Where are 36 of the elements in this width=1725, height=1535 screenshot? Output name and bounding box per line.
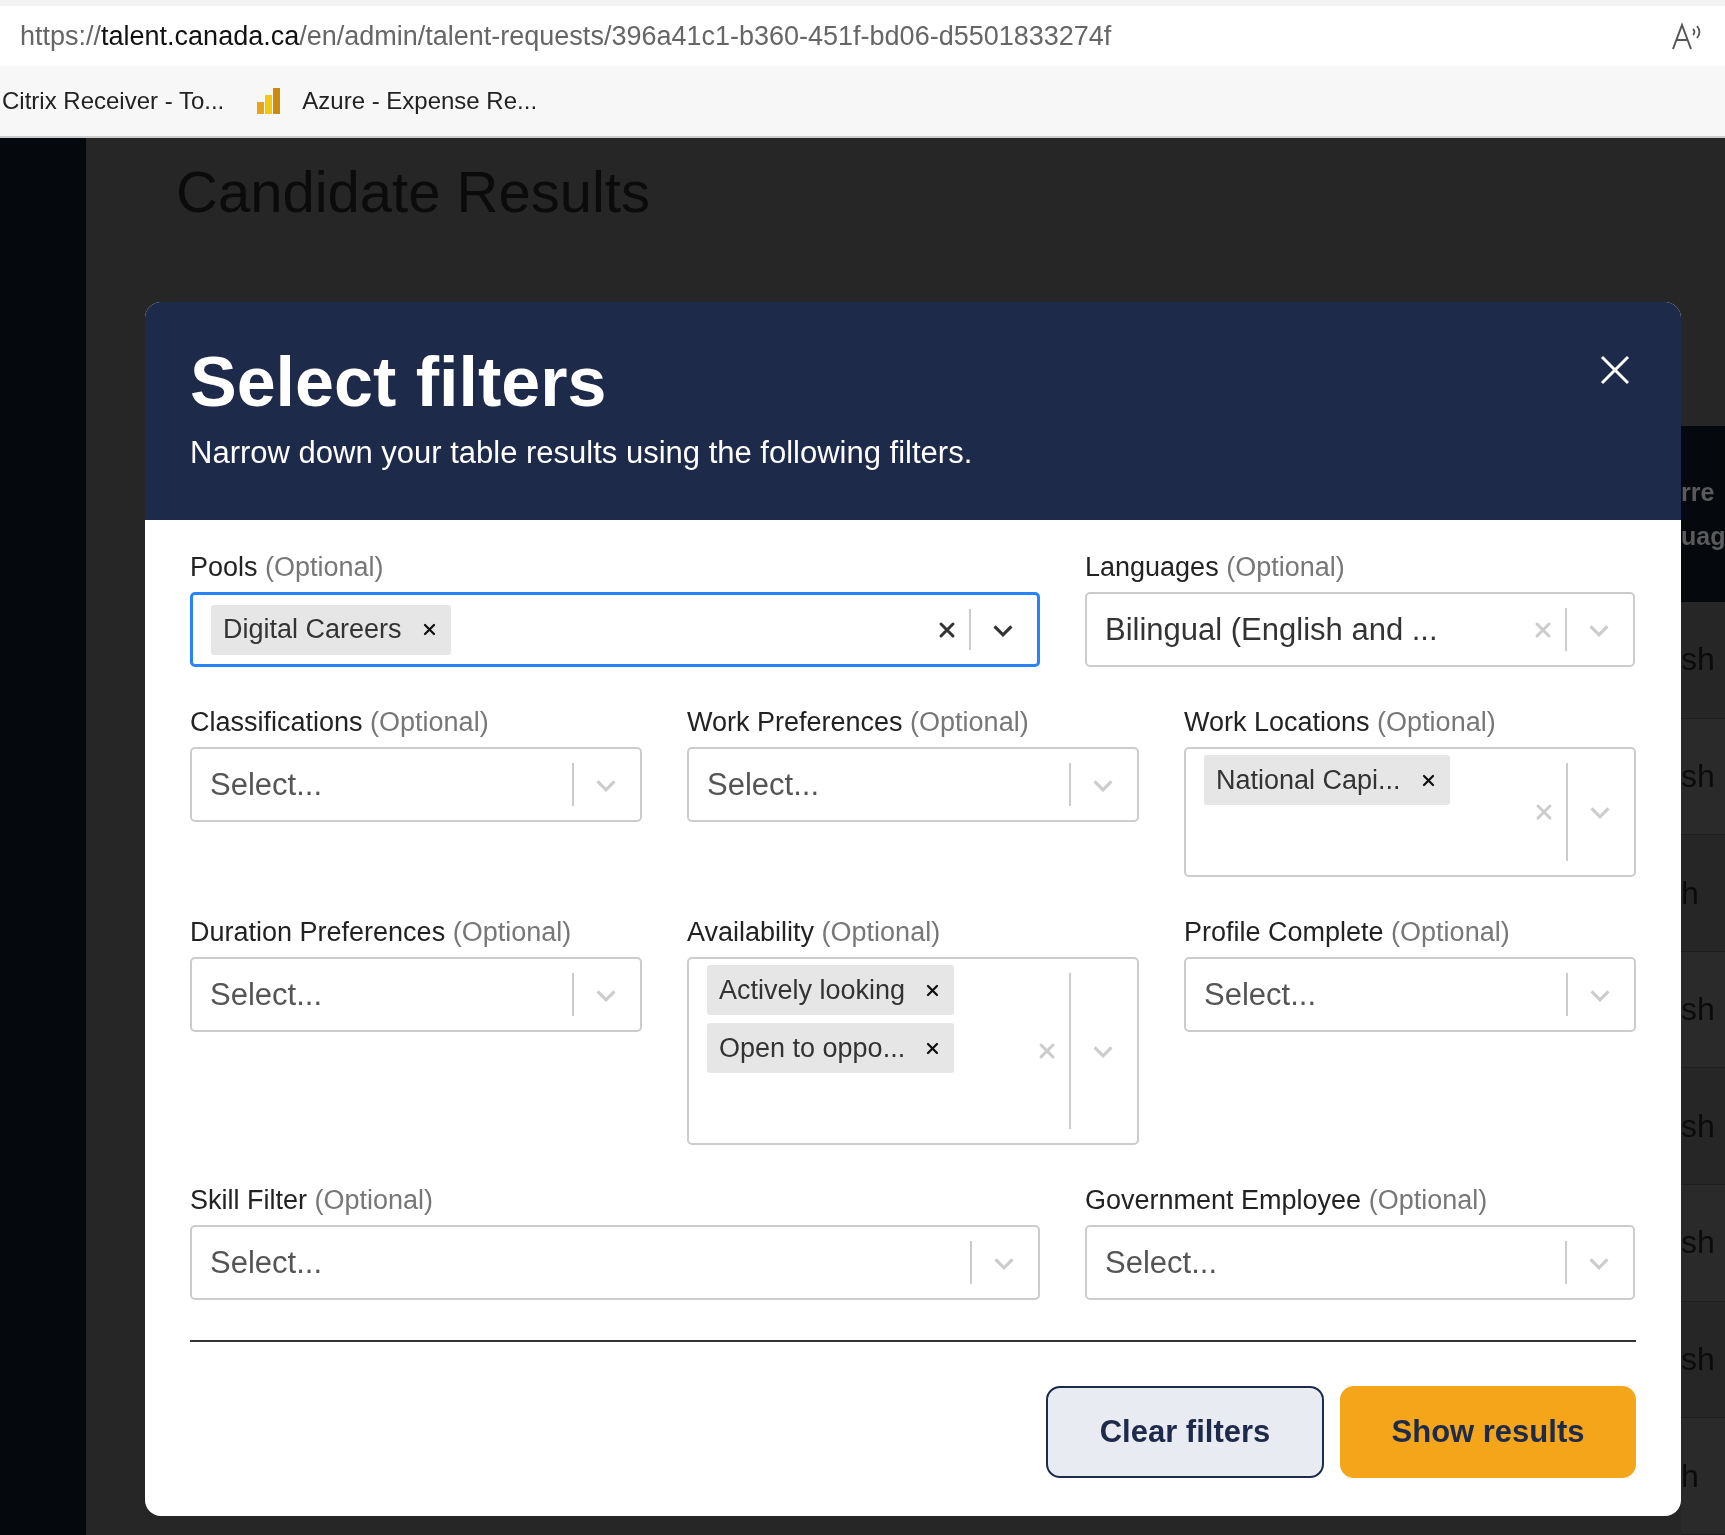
filter-chip: Digital Careers — [211, 604, 451, 655]
filter-chip: National Capi... — [1204, 755, 1450, 805]
show-results-button[interactable]: Show results — [1340, 1386, 1636, 1478]
bookmark[interactable]: Azure - Expense Re... — [254, 86, 538, 116]
clear-filters-button[interactable]: Clear filters — [1046, 1386, 1324, 1478]
remove-icon[interactable] — [925, 1040, 941, 1056]
column-header: rre — [1681, 476, 1716, 508]
select-field[interactable]: Select... — [1184, 957, 1636, 1032]
field-label: Languages (Optional) — [1085, 552, 1346, 583]
filter-chip: Open to oppo... — [707, 1023, 955, 1073]
field-label: Classifications (Optional) — [190, 707, 490, 738]
select-field[interactable]: Select... — [190, 747, 642, 822]
remove-icon[interactable] — [421, 622, 437, 637]
field-label: Skill Filter (Optional) — [190, 1185, 435, 1216]
select-field[interactable]: Select... — [1085, 1225, 1635, 1300]
select-field[interactable]: National Capi... — [1184, 747, 1636, 877]
field-label: Pools (Optional) — [190, 552, 385, 583]
field-label: Government Employee (Optional) — [1085, 1185, 1489, 1216]
field-label: Work Locations (Optional) — [1184, 707, 1497, 738]
remove-icon[interactable] — [925, 982, 941, 998]
dialog-title: Select filters — [190, 344, 607, 421]
field-label: Profile Complete (Optional) — [1184, 917, 1511, 948]
select-field[interactable]: Actively looking Open to oppo... — [687, 957, 1139, 1145]
field-label: Availability (Optional) — [687, 917, 942, 948]
select-field[interactable]: Select... — [190, 1225, 1040, 1300]
select-field[interactable]: Digital Careers — [190, 592, 1040, 667]
filter-chip: Actively looking — [707, 965, 955, 1015]
select-field[interactable]: Select... — [687, 747, 1139, 822]
close-icon[interactable] — [1599, 354, 1631, 386]
bookmark[interactable]: Citrix Receiver - To... — [2, 87, 225, 115]
field-label: Work Preferences (Optional) — [687, 707, 1030, 738]
select-field[interactable]: Select... — [190, 957, 642, 1032]
remove-icon[interactable] — [1420, 772, 1436, 788]
dialog-subtitle: Narrow down your table results using the following filters. — [190, 435, 974, 471]
column-header: uag — [1681, 520, 1725, 552]
field-label: Duration Preferences (Optional) — [190, 917, 573, 948]
